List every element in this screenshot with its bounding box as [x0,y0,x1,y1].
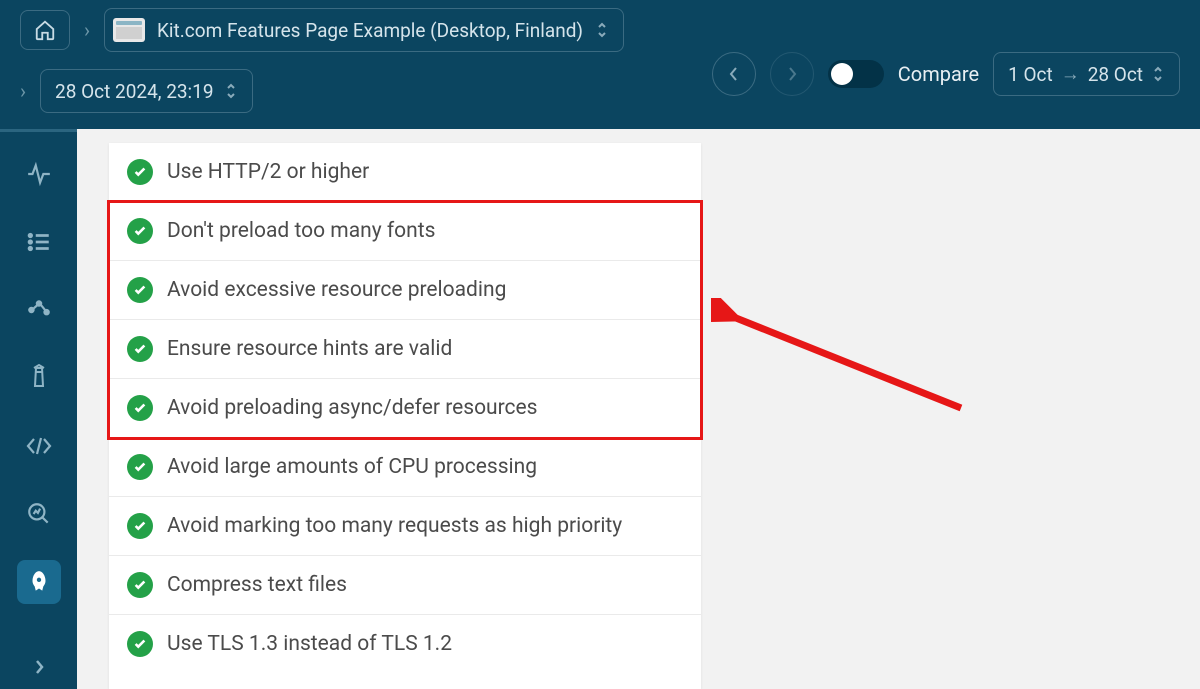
pulse-icon [26,161,52,187]
body: Use HTTP/2 or higher Don't preload too ma… [0,129,1200,689]
updown-icon [224,82,238,100]
updown-icon [595,21,609,39]
breadcrumb-page-selector[interactable]: Kit.com Features Page Example (Desktop, … [104,8,624,52]
compare-label: Compare [898,62,979,86]
arrow-right-icon: → [1061,62,1080,86]
audit-label: Avoid excessive resource preloading [167,278,506,302]
check-pass-icon [127,159,153,185]
check-pass-icon [127,572,153,598]
check-pass-icon [127,631,153,657]
updown-icon [1151,65,1165,83]
code-icon [25,436,53,456]
chevron-left-icon [729,66,739,82]
sidebar-item-pulse[interactable] [17,152,61,196]
check-pass-icon [127,513,153,539]
audit-label: Use TLS 1.3 instead of TLS 1.2 [167,632,452,656]
chevron-right-icon [34,659,44,675]
audit-row[interactable]: Avoid large amounts of CPU processing [109,438,701,497]
check-pass-icon [127,454,153,480]
breadcrumb-separator: › [84,18,90,42]
search-chart-icon [26,501,52,527]
rocket-icon [26,569,52,595]
audit-label: Use HTTP/2 or higher [167,160,369,184]
compare-toggle[interactable] [828,60,884,88]
range-to: 28 Oct [1088,63,1143,86]
audit-panel: Use HTTP/2 or higher Don't preload too ma… [109,143,701,689]
content-area: Use HTTP/2 or higher Don't preload too ma… [77,129,1200,689]
date-range-selector[interactable]: 1 Oct → 28 Oct [993,52,1180,96]
audit-row[interactable]: Avoid marking too many requests as high … [109,497,701,556]
breadcrumb-title: Kit.com Features Page Example (Desktop, … [157,19,583,42]
audit-row[interactable]: Use TLS 1.3 instead of TLS 1.2 [109,615,701,673]
audit-label: Avoid large amounts of CPU processing [167,455,537,479]
audit-row[interactable]: Use HTTP/2 or higher [109,143,701,202]
audit-label: Avoid preloading async/defer resources [167,396,538,420]
audit-row[interactable]: Compress text files [109,556,701,615]
check-pass-icon [127,336,153,362]
audit-label: Compress text files [167,573,347,597]
sidebar-item-search-chart[interactable] [17,492,61,536]
sidebar-item-network[interactable] [17,288,61,332]
sidebar-expand[interactable] [34,659,44,675]
prev-button[interactable] [712,52,756,96]
sidebar-item-code[interactable] [17,424,61,468]
check-pass-icon [127,395,153,421]
network-icon [26,297,52,323]
check-pass-icon [127,218,153,244]
home-button[interactable] [20,10,70,50]
sidebar [0,129,77,689]
datetime-selector[interactable]: 28 Oct 2024, 23:19 [40,69,253,113]
audit-label: Don't preload too many fonts [167,219,435,243]
breadcrumb-row: › Kit.com Features Page Example (Desktop… [0,0,1200,60]
header-right-controls: Compare 1 Oct → 28 Oct [712,52,1180,96]
audit-row[interactable]: Avoid excessive resource preloading [109,261,701,320]
audit-row[interactable]: Don't preload too many fonts [109,202,701,261]
range-from: 1 Oct [1008,63,1053,86]
audit-row[interactable]: Ensure resource hints are valid [109,320,701,379]
chevron-right-icon [787,66,797,82]
next-button[interactable] [770,52,814,96]
page-thumbnail [113,18,145,42]
lighthouse-icon [27,364,51,392]
sidebar-item-rocket[interactable] [17,560,61,604]
list-icon [26,229,52,255]
sidebar-item-lighthouse[interactable] [17,356,61,400]
audit-label: Avoid marking too many requests as high … [167,514,622,538]
breadcrumb-separator-2: › [20,79,26,103]
datetime-label: 28 Oct 2024, 23:19 [55,80,214,103]
home-icon [34,19,56,41]
audit-label: Ensure resource hints are valid [167,337,452,361]
app-header: › Kit.com Features Page Example (Desktop… [0,0,1200,129]
check-pass-icon [127,277,153,303]
sidebar-item-list[interactable] [17,220,61,264]
audit-row[interactable]: Avoid preloading async/defer resources [109,379,701,438]
